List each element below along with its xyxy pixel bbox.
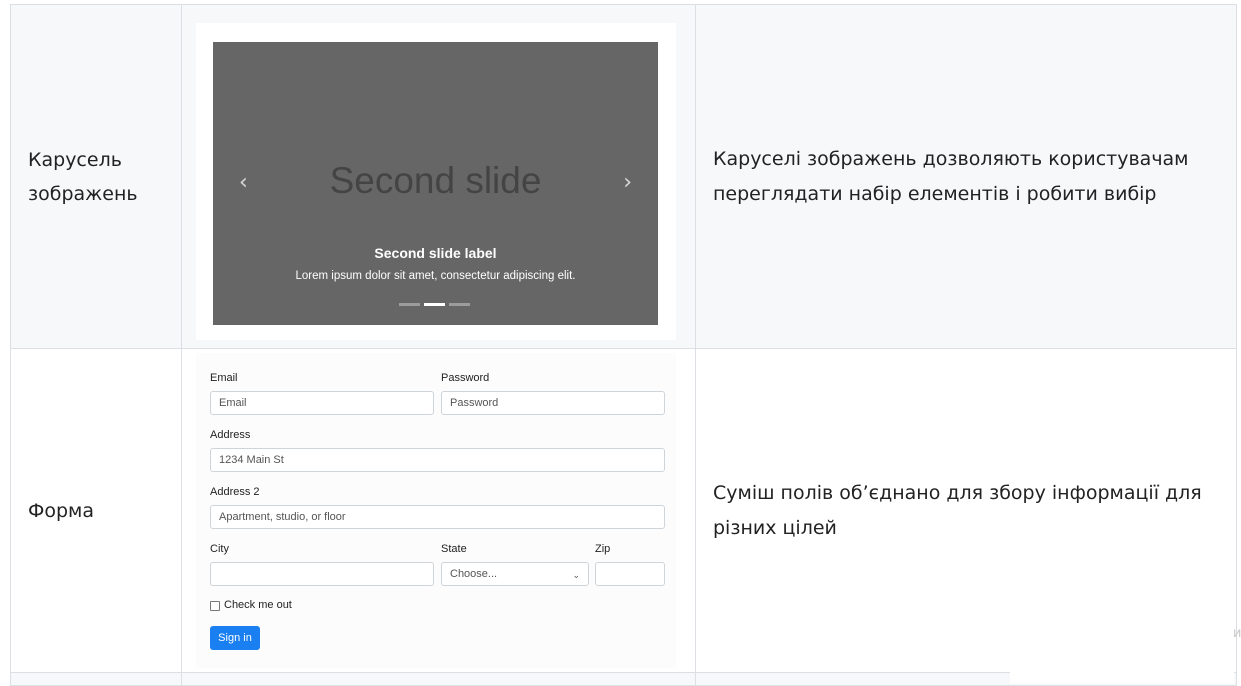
sign-in-button[interactable]: Sign in: [210, 626, 260, 650]
email-field[interactable]: Email: [210, 391, 434, 415]
component-description-cell: Каруселі зображень дозволяють користувач…: [695, 4, 1237, 349]
caption-text: Lorem ipsum dolor sit amet, consectetur …: [295, 270, 576, 282]
carousel-preview: Second slide ‹ › Second slide label Lore…: [196, 23, 676, 340]
carousel[interactable]: Second slide ‹ › Second slide label Lore…: [213, 42, 658, 325]
caption-title: Second slide label: [374, 245, 497, 261]
component-preview-cell: Email Email Password Password Address 12…: [181, 348, 696, 673]
address2-field[interactable]: Apartment, studio, or floor: [210, 505, 665, 529]
state-select-value: Choose...: [450, 568, 498, 580]
zip-field[interactable]: [595, 562, 665, 586]
city-label: City: [210, 543, 229, 555]
component-name-cell: Карусель зображень: [10, 4, 182, 349]
check-me-out-checkbox[interactable]: [210, 601, 220, 611]
chevron-left-icon[interactable]: ‹: [239, 170, 248, 195]
form-preview: Email Email Password Password Address 12…: [196, 353, 676, 668]
email-label: Email: [210, 372, 238, 384]
address2-label: Address 2: [210, 486, 260, 498]
components-table: Карусель зображень Second slide ‹ › Seco…: [10, 4, 1237, 686]
checkbox-label: Check me out: [224, 599, 292, 611]
state-select[interactable]: Choose... ⌄: [441, 562, 589, 586]
zip-label: Zip: [595, 543, 611, 555]
address-field[interactable]: 1234 Main St: [210, 448, 665, 472]
password-field[interactable]: Password: [441, 391, 665, 415]
carousel-indicator[interactable]: [399, 303, 420, 306]
city-field[interactable]: [210, 562, 434, 586]
carousel-indicator-active[interactable]: [424, 303, 445, 306]
component-description: Суміш полів об’єднано для збору інформац…: [713, 481, 1202, 539]
component-preview-cell: Second slide ‹ › Second slide label Lore…: [181, 4, 696, 349]
carousel-indicators: [399, 303, 470, 306]
chevron-right-icon[interactable]: ›: [623, 170, 632, 195]
chevron-down-icon: ⌄: [572, 570, 580, 580]
white-overlay: [1010, 601, 1234, 684]
state-label: State: [441, 543, 467, 555]
table-row: Карусель зображень Second slide ‹ › Seco…: [10, 4, 1237, 349]
carousel-indicator[interactable]: [449, 303, 470, 306]
stray-glyph: и: [1233, 626, 1241, 641]
component-name-cell: Форма: [10, 348, 182, 673]
password-label: Password: [441, 372, 490, 384]
slide-title: Second slide: [329, 160, 542, 201]
component-description: Каруселі зображень дозволяють користувач…: [713, 147, 1189, 205]
component-name: Форма: [28, 499, 95, 522]
component-name: Карусель зображень: [28, 148, 138, 205]
address-label: Address: [210, 429, 251, 441]
